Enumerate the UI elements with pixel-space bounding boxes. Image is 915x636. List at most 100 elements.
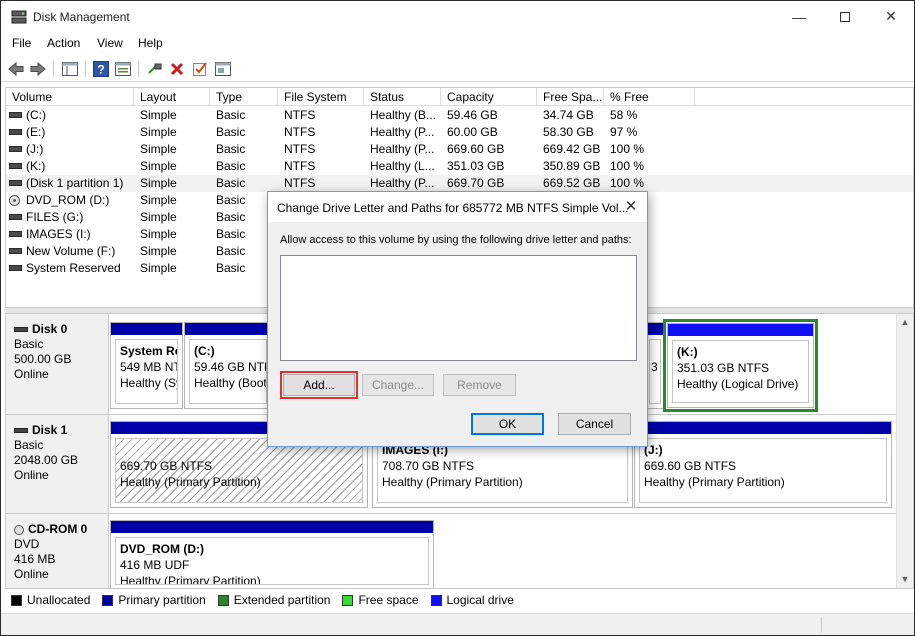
cell-free: 669.42 GB [543, 142, 601, 156]
cell-layout: Simple [140, 244, 177, 258]
cell-pct: 100 % [610, 159, 645, 173]
cell-volume: DVD_ROM (D:) [26, 193, 110, 207]
disk-1-type: Basic [14, 438, 44, 452]
disk-icon [14, 428, 28, 433]
legend-swatch [11, 594, 22, 606]
cell-layout: Simple [140, 108, 177, 122]
legend-logical: Logical drive [430, 593, 514, 607]
partition-size: 59.46 GB NTFS [194, 360, 266, 374]
partition-size: 549 MB NT [120, 360, 178, 374]
cell-free: 34.74 GB [543, 108, 594, 122]
column-free-space[interactable]: Free Spa... [537, 88, 604, 106]
disk-1-label[interactable]: Disk 1 Basic 2048.00 GB Online [6, 415, 109, 513]
close-icon: ✕ [885, 8, 897, 24]
table-row[interactable]: (Disk 1 partition 1) Simple Basic NTFS Healt… [6, 175, 913, 192]
table-row[interactable]: (E:) Simple Basic NTFS Healthy (P... 60.00 GB… [6, 124, 913, 141]
column-layout[interactable]: Layout [134, 88, 210, 106]
maximize-button[interactable] [822, 1, 868, 32]
close-button[interactable]: ✕ [868, 1, 914, 32]
delete-icon[interactable] [168, 60, 186, 78]
forward-arrow-icon[interactable] [29, 60, 47, 78]
scroll-up-icon[interactable]: ▲ [897, 314, 913, 331]
partition-dvd-rom-d[interactable]: DVD_ROM (D:) 416 MB UDF Healthy (Primary P… [110, 520, 434, 588]
legend-swatch [217, 594, 229, 606]
connect-icon[interactable] [146, 60, 164, 78]
cell-fs: NTFS [284, 125, 316, 139]
column-status[interactable]: Status [364, 88, 441, 106]
column-capacity[interactable]: Capacity [441, 88, 537, 106]
partition-size: 416 MB UDF [120, 558, 190, 572]
column-file-system[interactable]: File System [278, 88, 364, 106]
properties-icon[interactable] [114, 60, 132, 78]
scroll-down-icon[interactable]: ▼ [897, 571, 913, 588]
cell-free: 669.52 GB [543, 176, 601, 190]
cell-pct: 97 % [610, 125, 638, 139]
column-volume[interactable]: Volume [6, 88, 134, 106]
cell-layout: Simple [140, 227, 177, 241]
ok-button[interactable]: OK [471, 413, 544, 435]
remove-button[interactable]: Remove [443, 374, 516, 396]
cell-pct: 100 % [610, 142, 645, 156]
cell-fs: NTFS [284, 159, 316, 173]
settings-icon[interactable] [214, 60, 232, 78]
cell-layout: Simple [140, 142, 177, 156]
disk-1-size: 2048.00 GB [14, 453, 79, 467]
legend-free-space: Free space [342, 593, 419, 607]
cell-capacity: 669.70 GB [447, 176, 505, 190]
menu-help[interactable]: Help [138, 36, 163, 50]
disk-0-label[interactable]: Disk 0 Basic 500.00 GB Online [6, 314, 109, 414]
cdrom-0-state: Online [14, 567, 49, 581]
cd-drive-icon [14, 524, 24, 535]
back-arrow-icon[interactable] [7, 60, 25, 78]
cell-volume: (E:) [26, 125, 46, 139]
cell-status: Healthy (L... [370, 159, 435, 173]
cell-volume: System Reserved [26, 261, 121, 275]
vertical-scrollbar[interactable]: ▲ ▼ [896, 314, 913, 588]
legend-swatch [342, 594, 354, 606]
drive-icon [9, 180, 22, 186]
cancel-button[interactable]: Cancel [558, 413, 631, 435]
column-type[interactable]: Type [210, 88, 278, 106]
check-icon[interactable] [191, 60, 209, 78]
partition-name: DVD_ROM (D:) [120, 542, 204, 556]
cell-pct: 58 % [610, 108, 638, 122]
cell-type: Basic [216, 142, 246, 156]
cell-status: Healthy (P... [370, 142, 435, 156]
partition-hidden[interactable]: 3 [ [646, 322, 664, 409]
dialog-title-bar: Change Drive Letter and Paths for 685772… [268, 192, 647, 222]
title-bar: Disk Management — ✕ [1, 1, 914, 32]
column-percent-free[interactable]: % Free [604, 88, 695, 106]
menu-file[interactable]: File [12, 36, 31, 50]
minimize-button[interactable]: — [776, 1, 822, 32]
disk-0-size: 500.00 GB [14, 352, 72, 366]
change-button[interactable]: Change... [362, 374, 434, 396]
table-row[interactable]: (K:) Simple Basic NTFS Healthy (L... 351.03 G… [6, 158, 913, 175]
partition-size: 669.60 GB NTFS [644, 459, 737, 473]
partition-size: 351.03 GB NTFS [677, 361, 770, 375]
menu-action[interactable]: Action [47, 36, 80, 50]
svg-text:?: ? [97, 63, 104, 77]
dialog-title: Change Drive Letter and Paths for 685772… [277, 201, 629, 215]
close-icon: ✕ [624, 198, 638, 215]
menu-view[interactable]: View [97, 36, 123, 50]
legend-primary: Primary partition [102, 593, 206, 607]
cell-type: Basic [216, 159, 246, 173]
dialog-close-button[interactable]: ✕ [619, 196, 643, 218]
partition-system-reserved[interactable]: System Re 549 MB NT Healthy (Sy [110, 322, 183, 409]
partition-j[interactable]: (J:) 669.60 GB NTFS Healthy (Primary Parti… [634, 421, 892, 508]
table-row[interactable]: (J:) Simple Basic NTFS Healthy (P... 669.60 G… [6, 141, 913, 158]
partition-name: System Re [120, 344, 178, 358]
partition-k[interactable]: (K:) 351.03 GB NTFS Healthy (Logical Drive… [667, 323, 814, 408]
cell-pct: 100 % [610, 176, 645, 190]
add-button[interactable]: Add... [280, 371, 358, 399]
cdrom-0-label[interactable]: CD-ROM 0 DVD 416 MB Online [6, 514, 109, 588]
partition-name: (C:) [194, 344, 215, 358]
table-row[interactable]: (C:) Simple Basic NTFS Healthy (B... 59.46 GB… [6, 107, 913, 124]
drive-paths-list[interactable] [280, 255, 637, 361]
drive-icon [9, 214, 22, 220]
legend-unallocated: Unallocated [11, 593, 90, 607]
partition-c[interactable]: (C:) 59.46 GB NTFS Healthy (Boot, [184, 322, 272, 409]
help-icon[interactable]: ? [92, 60, 110, 78]
console-tree-icon[interactable] [61, 60, 79, 78]
maximize-icon [840, 11, 850, 22]
